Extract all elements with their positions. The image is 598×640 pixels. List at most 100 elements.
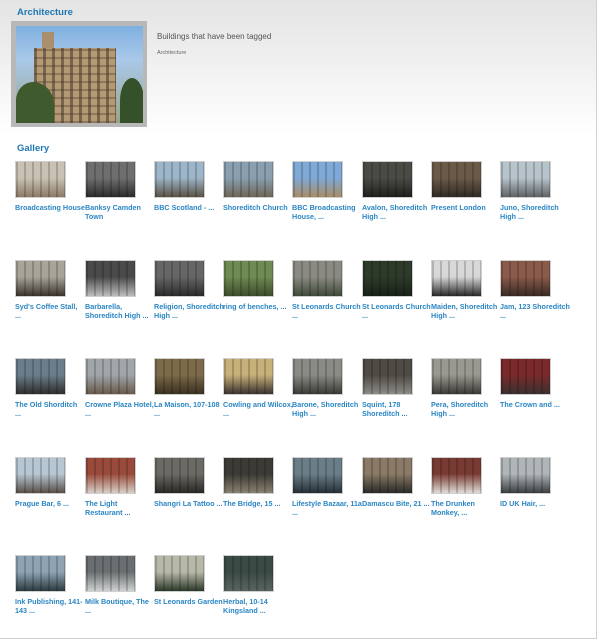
gallery-thumbnail[interactable]: [292, 457, 343, 494]
gallery-item[interactable]: The Drunken Monkey, ...: [431, 457, 501, 517]
gallery-caption-link[interactable]: Banksy Camden Town: [85, 203, 155, 221]
gallery-caption-link[interactable]: Ink Publishing, 141-143 ...: [15, 597, 85, 615]
gallery-thumbnail[interactable]: [500, 260, 551, 297]
gallery-item[interactable]: Broadcasting House: [15, 161, 85, 212]
gallery-item[interactable]: Pera, Shoreditch High ...: [431, 358, 501, 418]
gallery-caption-link[interactable]: ring of benches, ...: [223, 302, 293, 311]
gallery-thumbnail[interactable]: [154, 260, 205, 297]
gallery-item[interactable]: Shoreditch Church: [223, 161, 293, 212]
gallery-thumbnail[interactable]: [15, 358, 66, 395]
gallery-caption-link[interactable]: Herbal, 10-14 Kingsland ...: [223, 597, 293, 615]
gallery-thumbnail[interactable]: [85, 457, 136, 494]
gallery-thumbnail[interactable]: [292, 161, 343, 198]
gallery-caption-link[interactable]: La Maison, 107-108 ...: [154, 400, 224, 418]
gallery-caption-link[interactable]: Syd's Coffee Stall, ...: [15, 302, 85, 320]
gallery-caption-link[interactable]: The Crown and ...: [500, 400, 570, 409]
gallery-item[interactable]: St Leonards Church ...: [362, 260, 432, 320]
gallery-caption-link[interactable]: Jam, 123 Shoreditch ...: [500, 302, 570, 320]
gallery-thumbnail[interactable]: [15, 457, 66, 494]
gallery-item[interactable]: Ink Publishing, 141-143 ...: [15, 555, 85, 615]
gallery-thumbnail[interactable]: [15, 260, 66, 297]
page-title[interactable]: Architecture: [17, 7, 73, 18]
gallery-caption-link[interactable]: St Leonards Garden: [154, 597, 224, 606]
gallery-caption-link[interactable]: BBC Scotland - ...: [154, 203, 224, 212]
gallery-caption-link[interactable]: Broadcasting House: [15, 203, 85, 212]
gallery-item[interactable]: The Bridge, 15 ...: [223, 457, 293, 508]
gallery-thumbnail[interactable]: [292, 260, 343, 297]
gallery-caption-link[interactable]: Milk Boutique, The ...: [85, 597, 155, 615]
gallery-thumbnail[interactable]: [500, 457, 551, 494]
gallery-item[interactable]: Cowling and Wilcox, ...: [223, 358, 293, 418]
gallery-caption-link[interactable]: Juno, Shoreditch High ...: [500, 203, 570, 221]
gallery-thumbnail[interactable]: [85, 260, 136, 297]
gallery-caption-link[interactable]: ID UK Hair, ...: [500, 499, 570, 508]
gallery-item[interactable]: St Leonards Garden: [154, 555, 224, 606]
gallery-thumbnail[interactable]: [431, 260, 482, 297]
gallery-item[interactable]: Shangri La Tattoo ...: [154, 457, 224, 508]
gallery-caption-link[interactable]: Prague Bar, 6 ...: [15, 499, 85, 508]
gallery-item[interactable]: The Crown and ...: [500, 358, 570, 409]
gallery-item[interactable]: Religion, Shoreditch High ...: [154, 260, 224, 320]
gallery-item[interactable]: Barbarella, Shoreditch High ...: [85, 260, 155, 320]
gallery-thumbnail[interactable]: [154, 161, 205, 198]
gallery-thumbnail[interactable]: [500, 358, 551, 395]
gallery-item[interactable]: Jam, 123 Shoreditch ...: [500, 260, 570, 320]
gallery-thumbnail[interactable]: [223, 555, 274, 592]
gallery-caption-link[interactable]: Lifestyle Bazaar, 11a ...: [292, 499, 362, 517]
gallery-caption-link[interactable]: Religion, Shoreditch High ...: [154, 302, 224, 320]
gallery-thumbnail[interactable]: [154, 358, 205, 395]
gallery-item[interactable]: St Leonards Church ...: [292, 260, 362, 320]
gallery-caption-link[interactable]: Maiden, Shoreditch High ...: [431, 302, 501, 320]
gallery-caption-link[interactable]: Crowne Plaza Hotel, ...: [85, 400, 155, 418]
gallery-item[interactable]: Syd's Coffee Stall, ...: [15, 260, 85, 320]
gallery-thumbnail[interactable]: [85, 358, 136, 395]
gallery-item[interactable]: Milk Boutique, The ...: [85, 555, 155, 615]
gallery-caption-link[interactable]: Cowling and Wilcox, ...: [223, 400, 293, 418]
gallery-item[interactable]: Herbal, 10-14 Kingsland ...: [223, 555, 293, 615]
gallery-item[interactable]: The Light Restaurant ...: [85, 457, 155, 517]
gallery-caption-link[interactable]: Damascu Bite, 21 ...: [362, 499, 432, 508]
gallery-caption-link[interactable]: Barbarella, Shoreditch High ...: [85, 302, 155, 320]
hero-image[interactable]: [16, 26, 143, 123]
gallery-thumbnail[interactable]: [223, 457, 274, 494]
gallery-caption-link[interactable]: The Light Restaurant ...: [85, 499, 155, 517]
gallery-item[interactable]: Damascu Bite, 21 ...: [362, 457, 432, 508]
gallery-caption-link[interactable]: Squint, 178 Shoreditch ...: [362, 400, 432, 418]
gallery-item[interactable]: BBC Broadcasting House, ...: [292, 161, 362, 221]
gallery-thumbnail[interactable]: [15, 161, 66, 198]
gallery-item[interactable]: Avalon, Shoreditch High ...: [362, 161, 432, 221]
gallery-thumbnail[interactable]: [362, 161, 413, 198]
gallery-item[interactable]: Prague Bar, 6 ...: [15, 457, 85, 508]
gallery-caption-link[interactable]: Shangri La Tattoo ...: [154, 499, 224, 508]
gallery-item[interactable]: Lifestyle Bazaar, 11a ...: [292, 457, 362, 517]
gallery-caption-link[interactable]: Avalon, Shoreditch High ...: [362, 203, 432, 221]
gallery-thumbnail[interactable]: [15, 555, 66, 592]
gallery-item[interactable]: ID UK Hair, ...: [500, 457, 570, 508]
gallery-caption-link[interactable]: The Bridge, 15 ...: [223, 499, 293, 508]
gallery-thumbnail[interactable]: [500, 161, 551, 198]
gallery-caption-link[interactable]: Present London: [431, 203, 501, 212]
gallery-item[interactable]: La Maison, 107-108 ...: [154, 358, 224, 418]
gallery-thumbnail[interactable]: [85, 161, 136, 198]
gallery-thumbnail[interactable]: [362, 358, 413, 395]
gallery-item[interactable]: Banksy Camden Town: [85, 161, 155, 221]
gallery-caption-link[interactable]: Barone, Shoreditch High ...: [292, 400, 362, 418]
gallery-thumbnail[interactable]: [362, 457, 413, 494]
gallery-thumbnail[interactable]: [154, 555, 205, 592]
gallery-thumbnail[interactable]: [292, 358, 343, 395]
gallery-caption-link[interactable]: The Drunken Monkey, ...: [431, 499, 501, 517]
gallery-thumbnail[interactable]: [154, 457, 205, 494]
gallery-item[interactable]: Barone, Shoreditch High ...: [292, 358, 362, 418]
gallery-thumbnail[interactable]: [431, 161, 482, 198]
gallery-caption-link[interactable]: The Old Shorditch ...: [15, 400, 85, 418]
gallery-thumbnail[interactable]: [223, 260, 274, 297]
gallery-item[interactable]: Juno, Shoreditch High ...: [500, 161, 570, 221]
gallery-thumbnail[interactable]: [223, 161, 274, 198]
gallery-item[interactable]: ring of benches, ...: [223, 260, 293, 311]
gallery-caption-link[interactable]: Pera, Shoreditch High ...: [431, 400, 501, 418]
gallery-caption-link[interactable]: St Leonards Church ...: [292, 302, 362, 320]
gallery-thumbnail[interactable]: [85, 555, 136, 592]
gallery-thumbnail[interactable]: [431, 358, 482, 395]
gallery-item[interactable]: Maiden, Shoreditch High ...: [431, 260, 501, 320]
gallery-caption-link[interactable]: St Leonards Church ...: [362, 302, 432, 320]
